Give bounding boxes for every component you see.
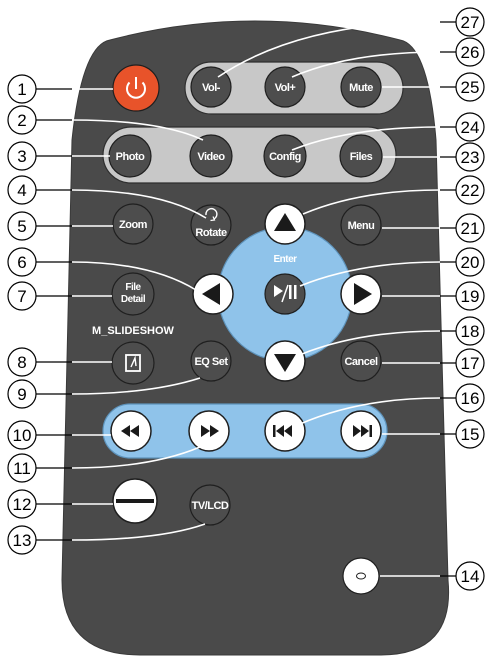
tv-lcd-label: TV/LCD [192, 500, 229, 512]
enter-label: Enter [273, 254, 297, 265]
m-slideshow-label: M_SLIDESHOW [92, 325, 175, 337]
callout-9: 9 [7, 379, 37, 409]
tv-lcd-button[interactable]: TV/LCD [189, 484, 231, 526]
rotate-label: Rotate [195, 227, 227, 239]
svg-text:10: 10 [13, 426, 32, 445]
cancel-button[interactable]: Cancel [340, 340, 382, 382]
svg-text:24: 24 [461, 118, 480, 137]
svg-text:16: 16 [461, 389, 480, 408]
fast-forward-button[interactable] [188, 410, 230, 452]
callout-25: 25 [455, 72, 485, 102]
callout-23: 23 [455, 142, 485, 172]
svg-text:7: 7 [17, 287, 26, 306]
file-detail-label-1: File [125, 282, 141, 293]
vol-plus-label: Vol+ [275, 82, 296, 94]
file-detail-button[interactable]: File Detail [111, 272, 155, 316]
next-track-button[interactable] [340, 410, 382, 452]
callout-8: 8 [7, 347, 37, 377]
vol-plus-button[interactable]: Vol+ [264, 66, 306, 108]
callout-24: 24 [455, 112, 485, 142]
vol-minus-label: Vol- [202, 82, 221, 94]
config-button[interactable]: Config [263, 134, 307, 178]
svg-text:9: 9 [17, 385, 26, 404]
rotate-button[interactable]: Rotate [190, 204, 232, 246]
files-button[interactable]: Files [339, 134, 383, 178]
svg-text:13: 13 [13, 531, 32, 550]
callout-13: 13 [7, 525, 37, 555]
ir-sensor [342, 557, 380, 595]
svg-text:6: 6 [17, 253, 26, 272]
callout-26: 26 [455, 37, 485, 67]
mute-button[interactable]: Mute [340, 66, 382, 108]
files-label: Files [350, 151, 373, 163]
video-button[interactable]: Video [189, 134, 233, 178]
power-button[interactable] [112, 64, 160, 112]
callout-19: 19 [455, 281, 485, 311]
svg-text:8: 8 [17, 353, 26, 372]
config-label: Config [269, 151, 301, 163]
remote-control-diagram: Vol- Vol+ Mute Photo Video Config Files … [7, 7, 485, 656]
mute-label: Mute [349, 82, 373, 94]
callout-22: 22 [455, 175, 485, 205]
minus-icon [116, 499, 154, 503]
callout-16: 16 [455, 383, 485, 413]
svg-text:1: 1 [17, 80, 26, 99]
callout-2: 2 [7, 105, 37, 135]
callout-21: 21 [455, 213, 485, 243]
svg-text:17: 17 [461, 354, 480, 373]
callout-6: 6 [7, 247, 37, 277]
svg-text:19: 19 [461, 287, 480, 306]
right-button[interactable] [340, 273, 382, 315]
menu-label: Menu [348, 220, 375, 232]
callout-20: 20 [455, 247, 485, 277]
svg-text:3: 3 [17, 147, 26, 166]
zoom-label: Zoom [119, 219, 148, 231]
rewind-button[interactable] [110, 410, 152, 452]
cancel-label: Cancel [344, 356, 378, 368]
stop-button[interactable] [112, 478, 158, 524]
callout-1: 1 [7, 74, 37, 104]
svg-text:26: 26 [461, 43, 480, 62]
callout-4: 4 [7, 175, 37, 205]
callout-10: 10 [7, 420, 37, 450]
callout-17: 17 [455, 348, 485, 378]
svg-text:12: 12 [13, 495, 32, 514]
svg-text:25: 25 [461, 78, 480, 97]
file-detail-label-2: Detail [121, 294, 146, 305]
callout-18: 18 [455, 316, 485, 346]
callout-5: 5 [7, 211, 37, 241]
callout-27: 27 [455, 7, 485, 37]
slideshow-button[interactable] [111, 341, 155, 385]
svg-text:23: 23 [461, 148, 480, 167]
photo-button[interactable]: Photo [108, 134, 152, 178]
svg-text:11: 11 [13, 459, 31, 478]
svg-text:18: 18 [461, 322, 480, 341]
svg-text:2: 2 [17, 111, 26, 130]
down-button[interactable] [264, 340, 306, 382]
up-button[interactable] [264, 203, 306, 245]
callout-3: 3 [7, 141, 37, 171]
callout-12: 12 [7, 489, 37, 519]
svg-text:14: 14 [461, 567, 480, 586]
svg-text:15: 15 [461, 425, 480, 444]
eq-set-button[interactable]: EQ Set [190, 340, 232, 382]
svg-text:5: 5 [17, 217, 26, 236]
callout-15: 15 [455, 419, 485, 449]
left-button[interactable] [192, 273, 234, 315]
eq-set-label: EQ Set [194, 356, 228, 368]
play-pause-button[interactable] [264, 273, 306, 315]
photo-label: Photo [116, 151, 145, 163]
callout-11: 11 [7, 453, 37, 483]
zoom-button[interactable]: Zoom [112, 203, 154, 245]
menu-button[interactable]: Menu [340, 204, 382, 246]
svg-text:27: 27 [461, 13, 480, 32]
svg-text:20: 20 [461, 253, 480, 272]
svg-text:21: 21 [461, 219, 480, 238]
previous-track-button[interactable] [264, 410, 306, 452]
callout-7: 7 [7, 281, 37, 311]
svg-text:4: 4 [17, 181, 26, 200]
callout-14: 14 [455, 561, 485, 591]
video-label: Video [197, 151, 225, 163]
svg-text:22: 22 [461, 181, 480, 200]
